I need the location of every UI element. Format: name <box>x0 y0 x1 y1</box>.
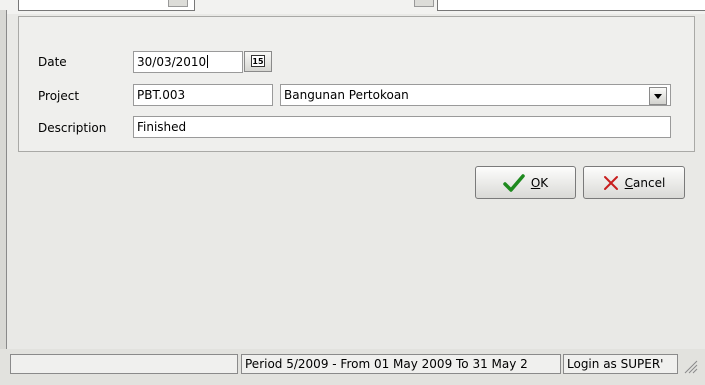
chevron-down-icon <box>654 94 662 99</box>
project-code-field[interactable]: PBT.003 <box>133 84 273 106</box>
top-tab-scroll-right <box>414 0 434 7</box>
status-period-text: Period 5/2009 - From 01 May 2009 To 31 M… <box>245 357 528 371</box>
top-tab-scroll-left <box>168 0 188 7</box>
project-name-select[interactable]: Bangunan Pertokoan <box>280 84 671 106</box>
project-code-value: PBT.003 <box>137 88 186 102</box>
resize-grip-icon[interactable] <box>680 356 698 374</box>
status-progress-panel <box>10 354 238 374</box>
status-login-text: Login as SUPER' <box>567 357 664 371</box>
description-label: Description <box>38 121 107 135</box>
ok-label: OK <box>531 176 548 190</box>
ok-button[interactable]: OK <box>475 166 576 199</box>
cancel-label-rest: ancel <box>633 175 666 190</box>
cancel-label: Cancel <box>625 176 666 190</box>
window-left-edge <box>0 10 7 350</box>
ok-label-rest: K <box>540 175 549 190</box>
calendar-button[interactable]: 15 <box>244 51 272 72</box>
date-field[interactable]: 30/03/2010 <box>133 51 243 73</box>
calendar-icon: 15 <box>251 55 265 67</box>
x-mark-icon <box>603 175 618 190</box>
cancel-accelerator: C <box>624 175 634 190</box>
project-label: Project <box>38 89 80 103</box>
top-tab-right <box>437 0 705 11</box>
text-caret <box>207 55 209 68</box>
description-value: Finished <box>137 120 187 134</box>
calendar-day: 15 <box>252 57 264 66</box>
date-label: Date <box>38 55 67 69</box>
ok-accelerator: O <box>530 175 541 190</box>
status-period: Period 5/2009 - From 01 May 2009 To 31 M… <box>241 354 561 374</box>
cancel-button[interactable]: Cancel <box>583 166 685 199</box>
description-field[interactable]: Finished <box>133 116 671 138</box>
date-value: 30/03/2010 <box>137 55 207 69</box>
checkmark-icon <box>503 173 525 192</box>
project-name-value: Bangunan Pertokoan <box>284 88 409 102</box>
status-login: Login as SUPER' <box>563 354 678 374</box>
project-dropdown-button[interactable] <box>649 87 667 105</box>
